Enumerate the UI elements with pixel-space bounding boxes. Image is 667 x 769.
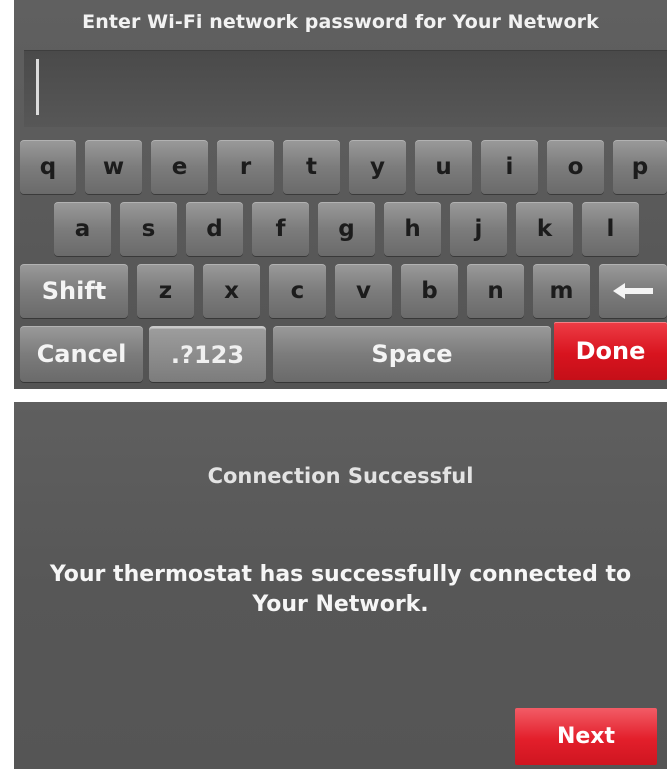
- key-i[interactable]: i: [481, 140, 538, 194]
- wifi-password-screen: Enter Wi-Fi network password for Your Ne…: [14, 0, 667, 389]
- key-r[interactable]: r: [217, 140, 274, 194]
- next-button-label: Next: [556, 724, 616, 749]
- key-l[interactable]: l: [582, 202, 639, 256]
- key-t[interactable]: t: [283, 140, 340, 194]
- success-message-line2: Your Network.: [252, 592, 429, 617]
- key-e[interactable]: e: [151, 140, 208, 194]
- backspace-key[interactable]: [599, 264, 667, 318]
- key-f[interactable]: f: [252, 202, 309, 256]
- password-prompt: Enter Wi-Fi network password for Your Ne…: [82, 11, 599, 33]
- key-o[interactable]: o: [547, 140, 604, 194]
- symbols-key[interactable]: .?123: [149, 326, 266, 382]
- key-h[interactable]: h: [384, 202, 441, 256]
- backspace-arrow-icon: [613, 283, 653, 299]
- cancel-button[interactable]: Cancel: [20, 326, 143, 382]
- key-v[interactable]: v: [335, 264, 392, 318]
- shift-key[interactable]: Shift: [20, 264, 128, 318]
- text-cursor: [36, 59, 39, 115]
- key-c[interactable]: c: [269, 264, 326, 318]
- success-message: Your thermostat has successfully connect…: [14, 560, 667, 620]
- key-n[interactable]: n: [467, 264, 524, 318]
- connection-success-screen: Connection Successful Your thermostat ha…: [14, 402, 667, 769]
- space-key[interactable]: Space: [273, 326, 551, 382]
- key-q[interactable]: q: [20, 140, 76, 194]
- next-button[interactable]: Next: [515, 708, 657, 765]
- key-w[interactable]: w: [85, 140, 142, 194]
- key-z[interactable]: z: [137, 264, 194, 318]
- key-g[interactable]: g: [318, 202, 375, 256]
- key-y[interactable]: y: [349, 140, 406, 194]
- done-button[interactable]: Done: [554, 322, 667, 380]
- key-j[interactable]: j: [450, 202, 507, 256]
- key-u[interactable]: u: [415, 140, 472, 194]
- key-x[interactable]: x: [203, 264, 260, 318]
- key-a[interactable]: a: [54, 202, 111, 256]
- key-k[interactable]: k: [516, 202, 573, 256]
- success-title: Connection Successful: [207, 464, 474, 488]
- success-message-line1: Your thermostat has successfully connect…: [49, 562, 632, 587]
- key-b[interactable]: b: [401, 264, 458, 318]
- key-m[interactable]: m: [533, 264, 590, 318]
- key-s[interactable]: s: [120, 202, 177, 256]
- key-p[interactable]: p: [613, 140, 667, 194]
- key-d[interactable]: d: [186, 202, 243, 256]
- password-input[interactable]: [24, 50, 667, 127]
